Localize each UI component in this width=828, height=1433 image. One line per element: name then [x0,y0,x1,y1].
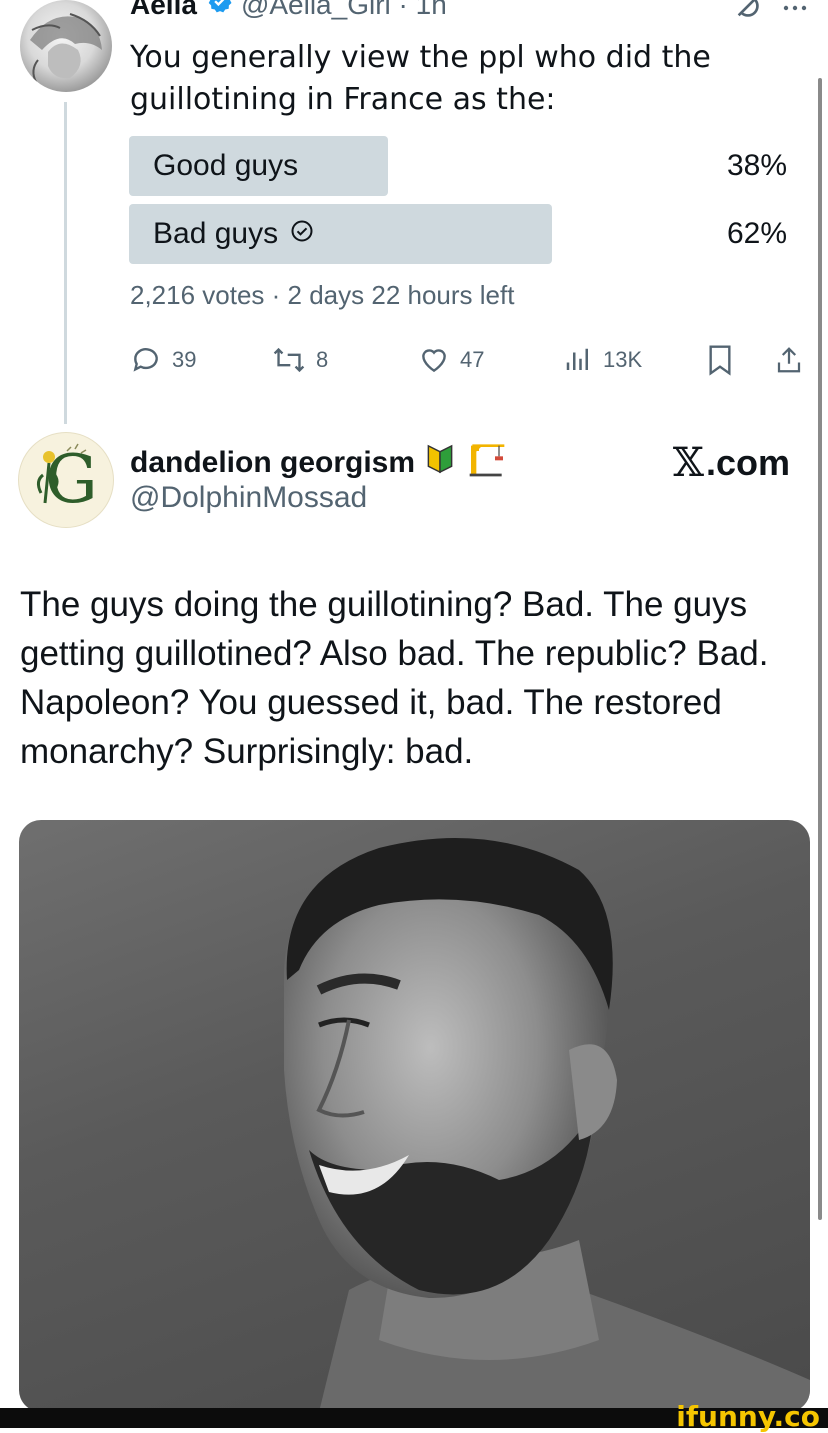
grok-icon[interactable] [732,0,764,27]
views-button[interactable]: 13K [563,344,642,376]
avatar-letter: G [45,441,98,518]
repost-count: 8 [316,347,329,372]
thread-line [64,102,67,424]
views-icon [566,348,588,370]
author-name[interactable]: Aella [130,0,197,21]
bookmark-icon [709,345,731,376]
scrollbar[interactable] [818,78,822,1220]
bookmark-button[interactable] [706,344,744,376]
crane-icon [467,440,507,486]
poll-option-percent: 38% [726,149,787,182]
author-name: dandelion georgism [130,446,416,479]
repost-button[interactable]: 8 [272,344,328,376]
reply-button[interactable]: 39 [130,344,196,376]
source-label: .com [705,442,790,483]
x-logo-icon: 𝕏 [672,440,704,486]
repost-icon [273,347,305,373]
poll-option-bad-guys[interactable]: Bad guys 62% [129,204,791,264]
reply-count: 39 [172,347,197,372]
poll-option-percent: 62% [726,217,787,250]
author-handle-time[interactable]: @Aella_Girl · 1h [241,0,447,21]
aella-avatar[interactable] [20,0,112,92]
reply-icon [133,348,158,372]
like-button[interactable]: 47 [418,344,484,376]
like-count: 47 [460,347,485,372]
check-circle-icon [290,204,314,264]
like-icon [422,349,446,373]
tweet-photo[interactable] [19,820,810,1412]
tweet2-text: The guys doing the guillotining? Bad. Th… [20,585,769,771]
beginner-badge-icon [425,443,455,483]
share-button[interactable] [774,344,814,376]
dandelion-avatar[interactable]: G [18,432,114,528]
poll-option-label-wrap: Bad guys [153,204,314,264]
ifunny-watermark: ifunny.co [676,1400,820,1433]
tweet1-text: You generally view the ppl who did the g… [130,40,711,117]
author-handle[interactable]: @DolphinMossad [130,481,367,515]
poll-option-good-guys[interactable]: Good guys 38% [129,136,791,196]
views-count: 13K [603,347,643,372]
poll-summary: 2,216 votes · 2 days 22 hours left [130,280,515,310]
tweet1-header-icons [732,0,808,27]
x-com-logo: 𝕏 .com [673,440,790,486]
more-icon[interactable] [782,0,808,18]
verified-badge-icon [207,0,233,21]
tweet2-author[interactable]: dandelion georgism [130,440,507,486]
tweet1-header: Aella @Aella_Girl · 1h [130,0,447,21]
share-icon [777,347,801,373]
poll-option-label: Good guys [153,149,299,182]
poll-option-label: Bad guys [153,217,279,250]
